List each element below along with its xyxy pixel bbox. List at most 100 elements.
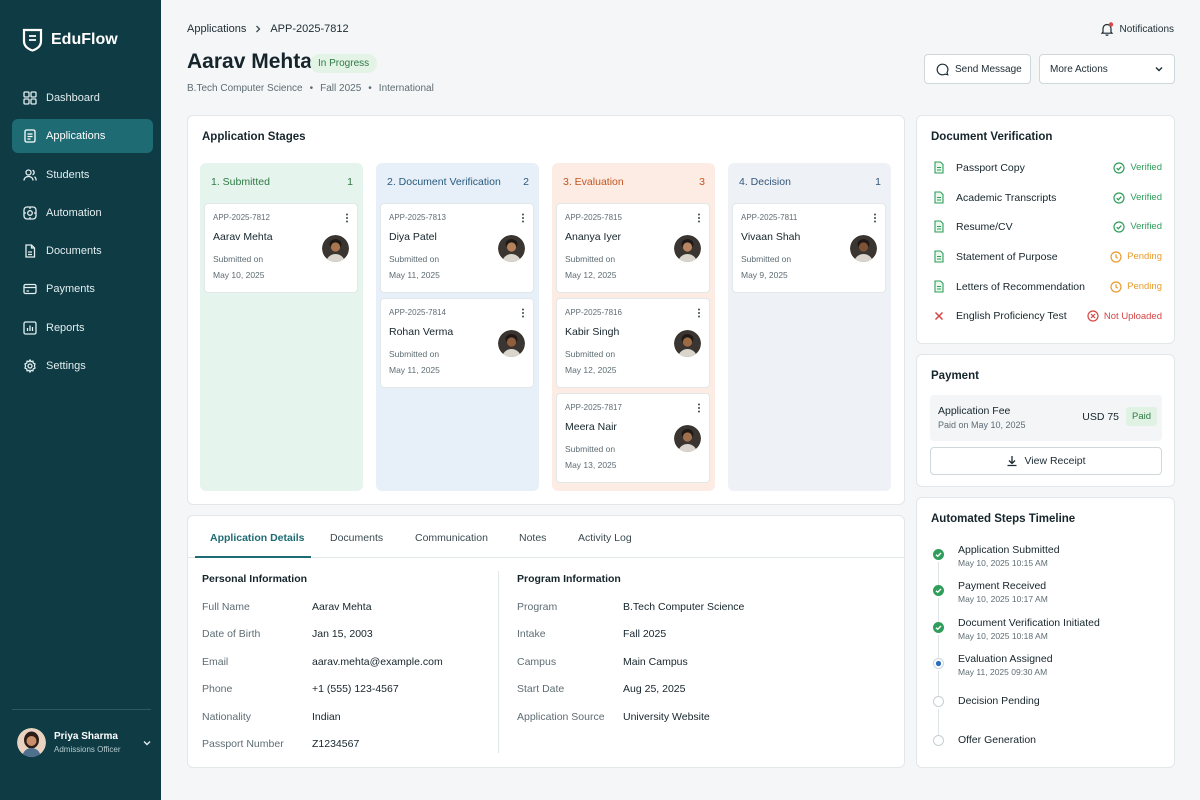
document-name: Letters of Recommendation — [956, 280, 1085, 293]
document-status-label: Verified — [1130, 221, 1162, 232]
field-label: Campus — [517, 656, 557, 668]
avatar — [498, 330, 525, 357]
document-verification-title: Document Verification — [931, 131, 1053, 143]
more-vertical-icon[interactable] — [521, 213, 525, 223]
document-name: Statement of Purpose — [956, 250, 1058, 263]
tab-application-details[interactable]: Application Details — [210, 532, 305, 544]
stage-title: 2. Document Verification — [387, 176, 501, 188]
more-vertical-icon[interactable] — [345, 213, 349, 223]
submitted-label: Submitted on — [389, 349, 440, 359]
more-vertical-icon[interactable] — [697, 403, 701, 413]
applicant-id: APP-2025-7814 — [389, 308, 446, 317]
document-row[interactable]: Statement of Purpose Pending — [933, 250, 1162, 263]
user-name: Priya Sharma — [54, 731, 118, 742]
field-value: University Website — [623, 711, 710, 723]
more-actions-dropdown[interactable]: More Actions — [1039, 54, 1175, 84]
document-row[interactable]: English Proficiency Test Not Uploaded — [933, 310, 1162, 322]
document-name: Passport Copy — [956, 161, 1025, 174]
applicant-card[interactable]: APP-2025-7817 Meera Nair Submitted on May 1… — [556, 393, 710, 483]
submitted-date: May 11, 2025 — [389, 364, 440, 375]
applicant-card[interactable]: APP-2025-7814 Rohan Verma Submitted on May … — [380, 298, 534, 388]
personal-info-title: Personal Information — [202, 573, 308, 585]
submitted-label: Submitted on — [389, 254, 440, 264]
document-row[interactable]: Passport Copy Verified — [933, 161, 1162, 174]
timeline-step-time: May 10, 2025 10:17 AM — [958, 594, 1048, 604]
notifications-button[interactable]: Notifications — [1100, 22, 1174, 36]
tab-communication[interactable]: Communication — [415, 532, 488, 544]
send-message-button[interactable]: Send Message — [924, 54, 1031, 84]
stage-count: 1 — [875, 176, 881, 188]
timeline-step-label: Payment Received — [958, 580, 1047, 592]
user-role: Admissions Officer — [54, 745, 121, 754]
submitted-date: May 12, 2025 — [565, 364, 617, 375]
submitted-info: Submitted on May 11, 2025 — [389, 252, 440, 283]
tab-activity-log[interactable]: Activity Log — [578, 532, 632, 544]
bullet-separator: • — [309, 83, 314, 94]
sidebar-item-payments[interactable]: Payments — [12, 272, 153, 306]
x-icon — [933, 310, 945, 322]
chevron-down-icon[interactable] — [142, 738, 152, 748]
pending-step-icon — [933, 735, 944, 746]
sidebar: EduFlow Dashboard Applications Students … — [0, 0, 161, 800]
more-vertical-icon[interactable] — [697, 213, 701, 223]
applicant-id: APP-2025-7811 — [741, 213, 798, 222]
applicant-card[interactable]: APP-2025-7812 Aarav Mehta Submitted on May … — [204, 203, 358, 293]
avatar — [850, 235, 877, 262]
applicant-id: APP-2025-7813 — [389, 213, 446, 222]
view-receipt-button[interactable]: View Receipt — [930, 447, 1162, 475]
payment-card: Payment Application Fee Paid on May 10, … — [916, 354, 1175, 487]
sidebar-item-settings[interactable]: Settings — [12, 349, 153, 383]
document-row[interactable]: Resume/CV Verified — [933, 220, 1162, 233]
submitted-date: May 11, 2025 — [389, 269, 440, 280]
applicant-card[interactable]: APP-2025-7813 Diya Patel Submitted on May 1… — [380, 203, 534, 293]
submitted-info: Submitted on May 12, 2025 — [565, 347, 617, 378]
applicant-card[interactable]: APP-2025-7816 Kabir Singh Submitted on May … — [556, 298, 710, 388]
submitted-date: May 13, 2025 — [565, 459, 617, 470]
app-logo[interactable]: EduFlow — [22, 28, 118, 52]
timeline-step-label: Decision Pending — [958, 695, 1040, 707]
file-icon — [933, 161, 945, 174]
stage-header: 4. Decision 1 — [739, 176, 881, 188]
document-row[interactable]: Letters of Recommendation Pending — [933, 280, 1162, 293]
document-status-label: Verified — [1130, 192, 1162, 203]
field-label: Intake — [517, 628, 546, 640]
sidebar-item-automation[interactable]: Automation — [12, 196, 153, 230]
timeline-step-time: May 10, 2025 10:18 AM — [958, 631, 1048, 641]
sidebar-item-reports[interactable]: Reports — [12, 311, 153, 345]
sidebar-item-label: Students — [46, 168, 90, 181]
document-status-label: Not Uploaded — [1103, 310, 1162, 322]
field-label: Date of Birth — [202, 628, 261, 640]
sidebar-item-dashboard[interactable]: Dashboard — [12, 81, 153, 115]
sidebar-item-documents[interactable]: Documents — [12, 234, 153, 268]
field-label: Email — [202, 656, 229, 668]
check-circle-icon — [1113, 220, 1125, 233]
sidebar-item-students[interactable]: Students — [12, 158, 153, 192]
applicant-card[interactable]: APP-2025-7815 Ananya Iyer Submitted on May … — [556, 203, 710, 293]
document-row[interactable]: Academic Transcripts Verified — [933, 191, 1162, 204]
automated-timeline-card: Automated Steps Timeline Application Sub… — [916, 497, 1175, 768]
field-value: Jan 15, 2003 — [312, 628, 373, 640]
applicant-card[interactable]: APP-2025-7811 Vivaan Shah Submitted on May … — [732, 203, 886, 293]
document-status-label: Pending — [1127, 281, 1162, 292]
sidebar-item-label: Reports — [46, 321, 85, 334]
more-vertical-icon[interactable] — [873, 213, 877, 223]
tab-notes[interactable]: Notes — [519, 532, 546, 544]
document-status: Verified — [1113, 191, 1162, 204]
bullet-separator: • — [368, 83, 372, 94]
timeline-step-time: May 10, 2025 10:15 AM — [958, 558, 1048, 568]
check-circle-icon — [1113, 191, 1125, 204]
more-vertical-icon[interactable] — [521, 308, 525, 318]
tab-documents[interactable]: Documents — [330, 532, 383, 544]
card-icon — [23, 282, 37, 296]
sidebar-item-label: Documents — [46, 245, 102, 258]
sidebar-item-applications[interactable]: Applications — [12, 119, 153, 154]
avatar — [322, 235, 349, 262]
submitted-label: Submitted on — [565, 349, 616, 359]
user-profile[interactable]: Priya Sharma Admissions Officer — [17, 728, 152, 757]
payment-title: Payment — [931, 370, 979, 382]
breadcrumb-root[interactable]: Applications — [187, 23, 246, 35]
avatar — [674, 235, 701, 262]
document-icon — [23, 244, 37, 258]
grid-icon — [23, 91, 37, 105]
more-vertical-icon[interactable] — [697, 308, 701, 318]
